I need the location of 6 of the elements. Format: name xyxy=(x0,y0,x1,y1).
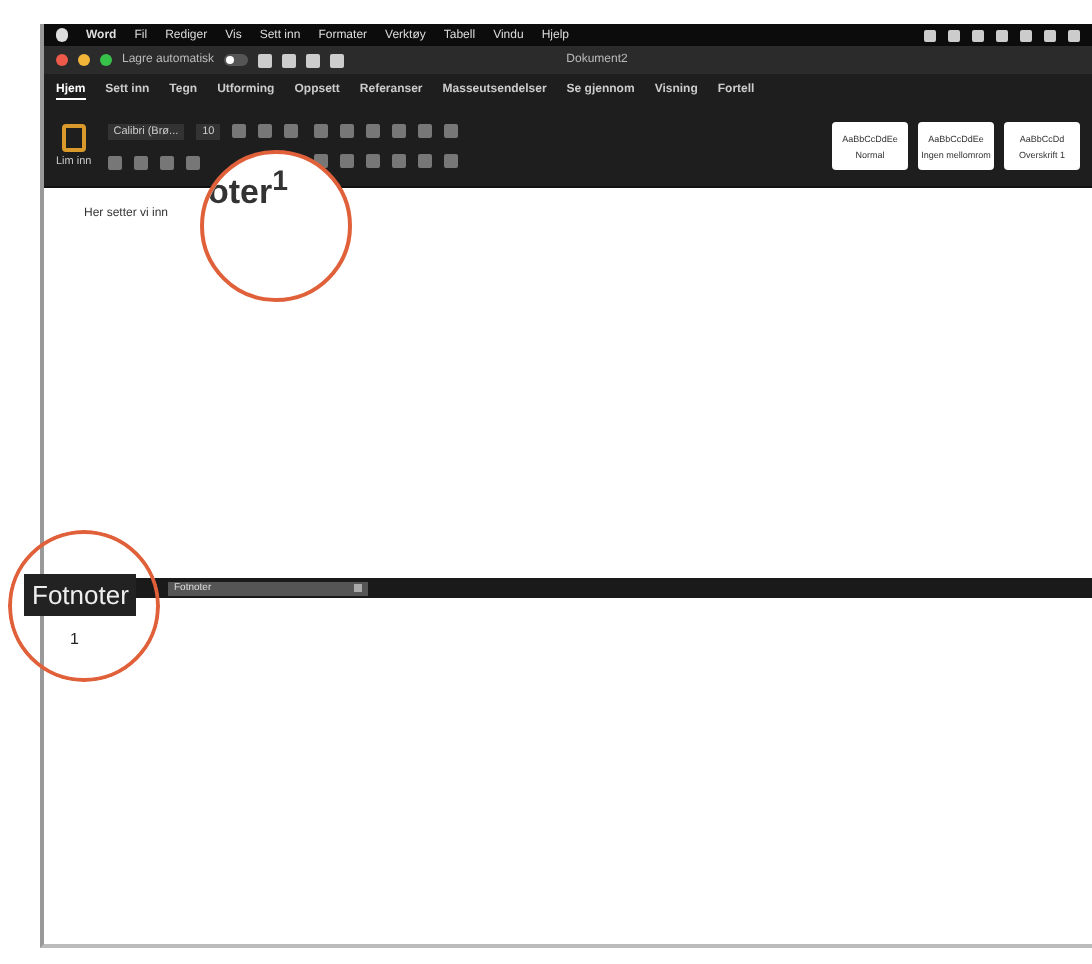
footnote-number: 1 xyxy=(70,630,79,648)
apple-icon[interactable] xyxy=(56,28,68,42)
magnified-text: oter$^{1}$ xyxy=(208,166,288,214)
autosave-toggle[interactable] xyxy=(224,54,249,66)
magnified-label: Fotnoter xyxy=(24,574,137,616)
clipboard-icon[interactable] xyxy=(61,124,86,152)
